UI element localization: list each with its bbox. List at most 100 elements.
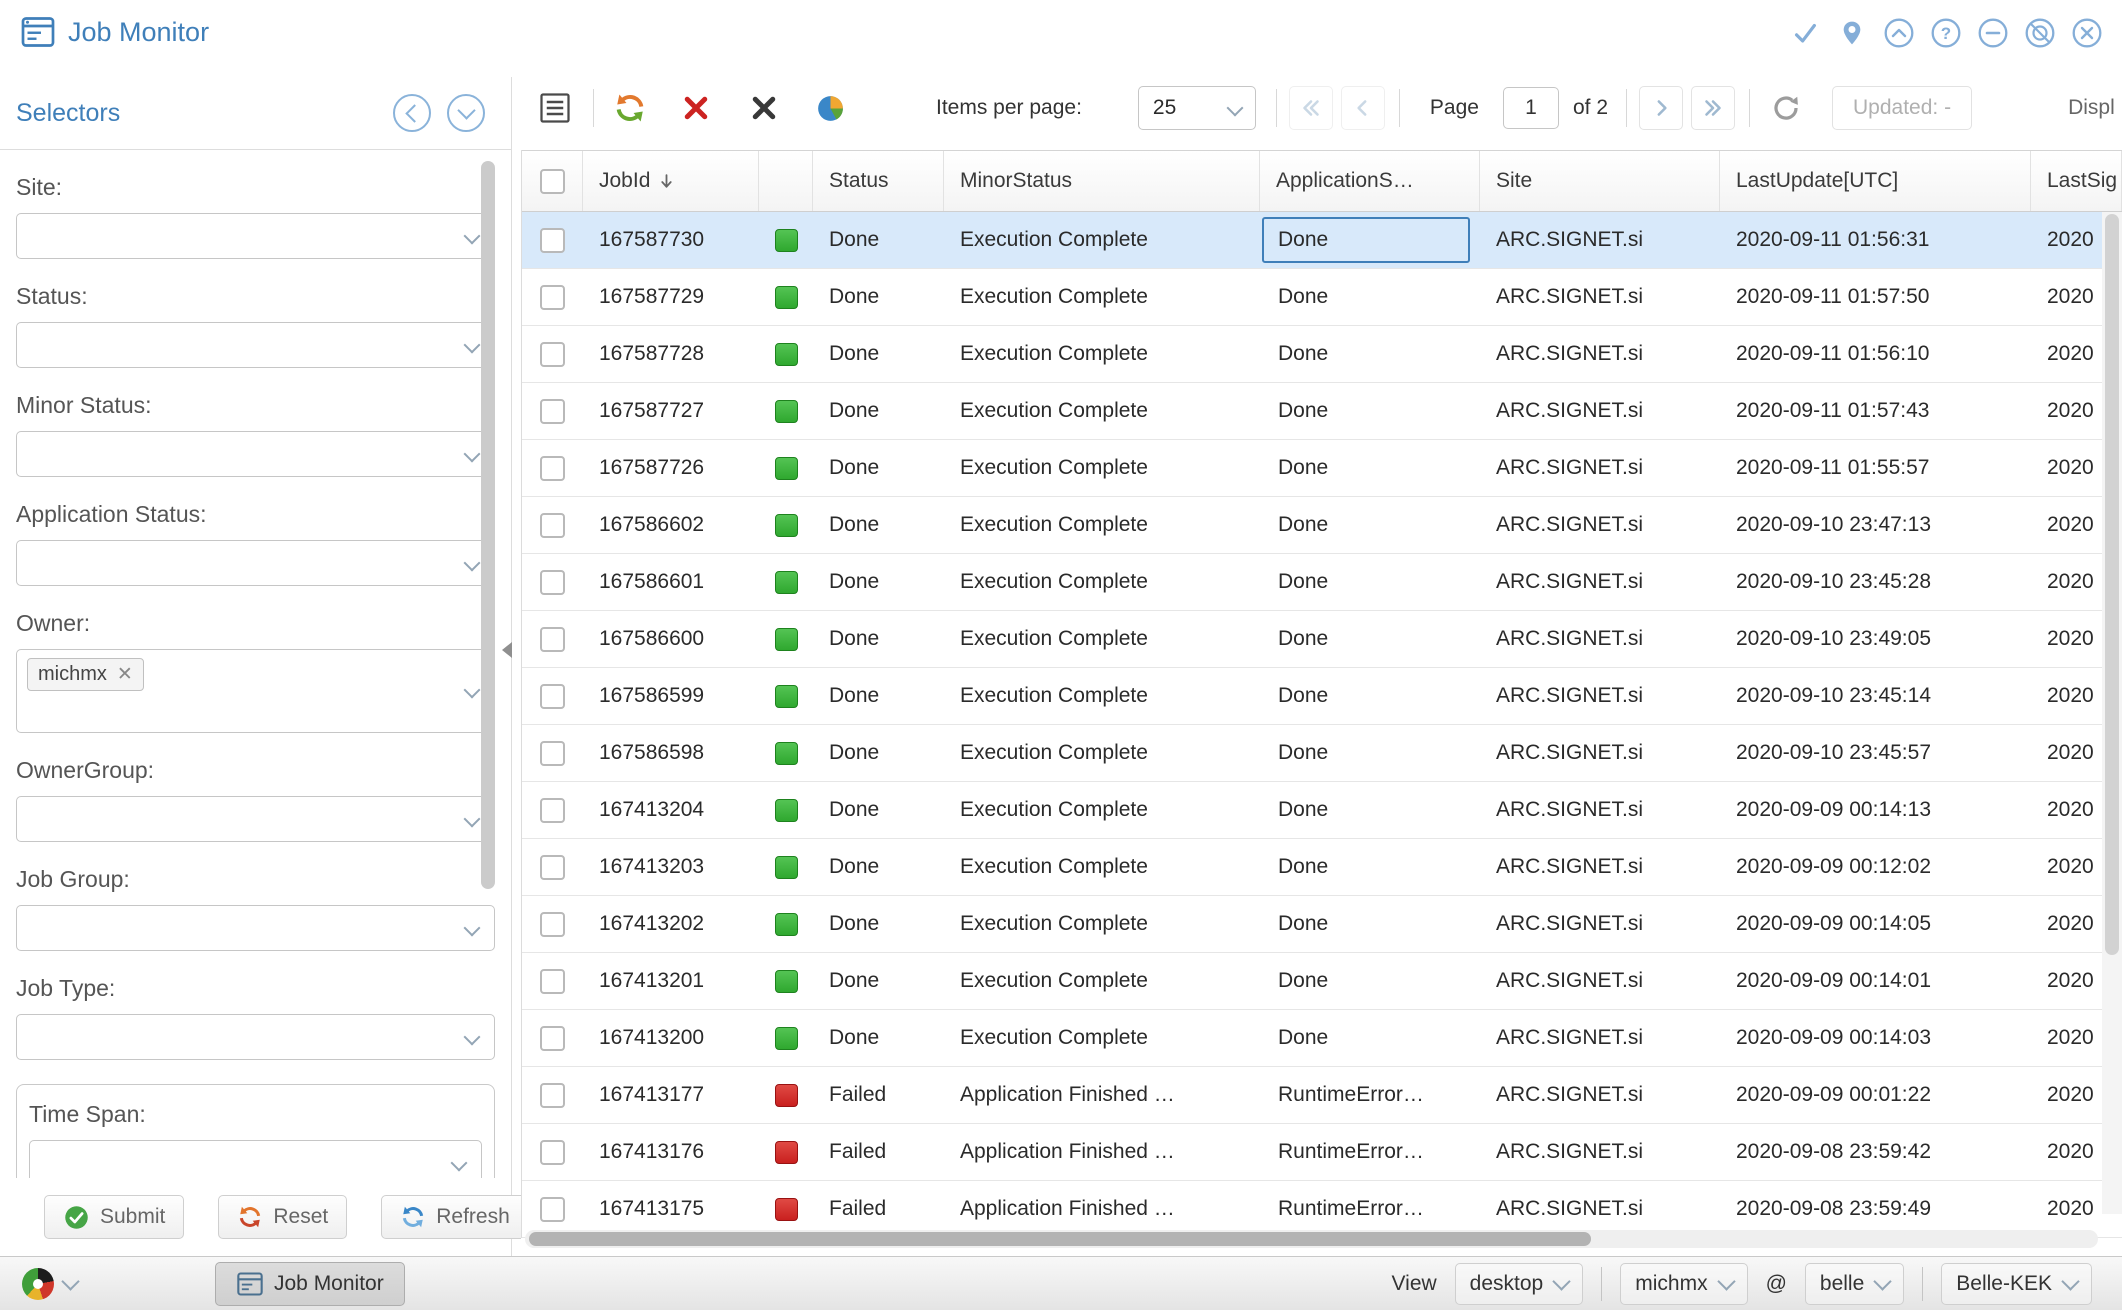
table-row[interactable]: 167586598 Done Execution Complete Done A… bbox=[522, 725, 2122, 782]
minimize-icon[interactable] bbox=[1976, 16, 2010, 50]
row-checkbox[interactable] bbox=[540, 513, 565, 538]
cell-status: Done bbox=[813, 953, 944, 1009]
row-checkbox[interactable] bbox=[540, 969, 565, 994]
collapse-up-icon[interactable] bbox=[1882, 16, 1916, 50]
refresh-grid-button[interactable] bbox=[608, 86, 652, 130]
row-checkbox[interactable] bbox=[540, 684, 565, 709]
column-header-lastupdate[interactable]: LastUpdate[UTC] bbox=[1720, 151, 2031, 211]
reset-button[interactable]: Reset bbox=[218, 1195, 347, 1239]
job-type-select[interactable] bbox=[16, 1014, 495, 1060]
panel-collapse-arrow-icon[interactable] bbox=[502, 642, 512, 658]
grid-horizontal-scrollbar[interactable] bbox=[525, 1230, 2098, 1248]
auto-refresh-icon bbox=[1771, 93, 1801, 123]
table-row[interactable]: 167586602 Done Execution Complete Done A… bbox=[522, 497, 2122, 554]
job-group-select[interactable] bbox=[16, 905, 495, 951]
row-checkbox[interactable] bbox=[540, 399, 565, 424]
updated-button[interactable]: Updated: - bbox=[1832, 86, 1972, 130]
column-header-status-icon[interactable] bbox=[759, 151, 813, 211]
table-row[interactable]: 167586600 Done Execution Complete Done A… bbox=[522, 611, 2122, 668]
column-header-site[interactable]: Site bbox=[1480, 151, 1720, 211]
items-per-page-select[interactable]: 25 bbox=[1138, 86, 1256, 130]
row-checkbox[interactable] bbox=[540, 1083, 565, 1108]
page-input[interactable] bbox=[1503, 87, 1559, 129]
column-header-minorstatus[interactable]: MinorStatus bbox=[944, 151, 1260, 211]
display-button[interactable]: Displ bbox=[2068, 96, 2115, 120]
site-select[interactable] bbox=[16, 213, 495, 259]
row-checkbox[interactable] bbox=[540, 798, 565, 823]
auto-refresh-button[interactable] bbox=[1764, 86, 1808, 130]
owner-select[interactable]: michmx ✕ bbox=[16, 649, 495, 733]
table-row[interactable]: 167413201 Done Execution Complete Done A… bbox=[522, 953, 2122, 1010]
first-page-button[interactable] bbox=[1289, 86, 1333, 130]
grid-vertical-scrollbar[interactable] bbox=[2102, 212, 2122, 1214]
job-monitor-task-button[interactable]: Job Monitor bbox=[215, 1262, 405, 1306]
table-row[interactable]: 167413202 Done Execution Complete Done A… bbox=[522, 896, 2122, 953]
remove-tag-icon[interactable]: ✕ bbox=[117, 665, 133, 684]
table-row[interactable]: 167587728 Done Execution Complete Done A… bbox=[522, 326, 2122, 383]
row-checkbox[interactable] bbox=[540, 285, 565, 310]
column-header-lastsignoflife[interactable]: LastSig bbox=[2031, 151, 2122, 211]
cell-status: Failed bbox=[813, 1067, 944, 1123]
help-icon[interactable]: ? bbox=[1929, 16, 1963, 50]
grid-menu-button[interactable] bbox=[533, 86, 577, 130]
time-span-select[interactable] bbox=[29, 1140, 482, 1178]
grid-vertical-scrollbar-thumb[interactable] bbox=[2105, 214, 2119, 955]
start-menu-button[interactable] bbox=[12, 1264, 87, 1304]
panel-menu-icon[interactable] bbox=[447, 94, 485, 132]
page-label: Page bbox=[1430, 96, 1479, 120]
cell-minorstatus: Execution Complete bbox=[944, 668, 1260, 724]
table-row[interactable]: 167587727 Done Execution Complete Done A… bbox=[522, 383, 2122, 440]
row-checkbox[interactable] bbox=[540, 570, 565, 595]
delete-jobs-button[interactable] bbox=[674, 86, 718, 130]
group-select[interactable]: belle bbox=[1805, 1263, 1904, 1305]
view-mode-select[interactable]: desktop bbox=[1455, 1263, 1584, 1305]
refresh-button[interactable]: Refresh bbox=[381, 1195, 529, 1239]
row-checkbox[interactable] bbox=[540, 627, 565, 652]
prev-page-button[interactable] bbox=[1341, 86, 1385, 130]
selectors-scrollbar[interactable] bbox=[481, 161, 495, 889]
minor-status-select[interactable] bbox=[16, 431, 495, 477]
user-select[interactable]: michmx bbox=[1620, 1263, 1747, 1305]
column-header-status[interactable]: Status bbox=[813, 151, 944, 211]
table-row[interactable]: 167413176 Failed Application Finished … … bbox=[522, 1124, 2122, 1181]
select-all-checkbox[interactable] bbox=[522, 151, 583, 211]
field-minor-status: Minor Status: bbox=[16, 392, 495, 477]
kill-jobs-button[interactable] bbox=[742, 86, 786, 130]
row-checkbox[interactable] bbox=[540, 1140, 565, 1165]
column-header-jobid[interactable]: JobId bbox=[583, 151, 759, 211]
table-row[interactable]: 167413204 Done Execution Complete Done A… bbox=[522, 782, 2122, 839]
row-checkbox[interactable] bbox=[540, 912, 565, 937]
status-select[interactable] bbox=[16, 322, 495, 368]
row-checkbox[interactable] bbox=[540, 1197, 565, 1222]
grid-horizontal-scrollbar-thumb[interactable] bbox=[529, 1232, 1591, 1246]
row-checkbox[interactable] bbox=[540, 855, 565, 880]
statistics-button[interactable] bbox=[808, 86, 852, 130]
row-checkbox[interactable] bbox=[540, 741, 565, 766]
row-checkbox[interactable] bbox=[540, 342, 565, 367]
collapse-panel-left-icon[interactable] bbox=[393, 94, 431, 132]
owner-group-select[interactable] bbox=[16, 796, 495, 842]
table-row[interactable]: 167413203 Done Execution Complete Done A… bbox=[522, 839, 2122, 896]
row-checkbox[interactable] bbox=[540, 456, 565, 481]
cell-minorstatus: Application Finished … bbox=[944, 1181, 1260, 1237]
slash-circle-icon[interactable] bbox=[2023, 16, 2057, 50]
column-header-applicationstatus[interactable]: ApplicationS… bbox=[1260, 151, 1480, 211]
close-circle-icon[interactable] bbox=[2070, 16, 2104, 50]
cell-minorstatus: Application Finished … bbox=[944, 1124, 1260, 1180]
table-row[interactable]: 167587726 Done Execution Complete Done A… bbox=[522, 440, 2122, 497]
next-page-button[interactable] bbox=[1639, 86, 1683, 130]
check-icon[interactable] bbox=[1788, 16, 1822, 50]
table-row[interactable]: 167587729 Done Execution Complete Done A… bbox=[522, 269, 2122, 326]
application-status-select[interactable] bbox=[16, 540, 495, 586]
pin-icon[interactable] bbox=[1835, 16, 1869, 50]
row-checkbox[interactable] bbox=[540, 228, 565, 253]
table-row[interactable]: 167413200 Done Execution Complete Done A… bbox=[522, 1010, 2122, 1067]
table-row[interactable]: 167586599 Done Execution Complete Done A… bbox=[522, 668, 2122, 725]
row-checkbox[interactable] bbox=[540, 1026, 565, 1051]
table-row[interactable]: 167587730 Done Execution Complete Done A… bbox=[522, 212, 2122, 269]
table-row[interactable]: 167586601 Done Execution Complete Done A… bbox=[522, 554, 2122, 611]
submit-button[interactable]: Submit bbox=[44, 1195, 184, 1239]
setup-select[interactable]: Belle-KEK bbox=[1941, 1263, 2092, 1305]
table-row[interactable]: 167413177 Failed Application Finished … … bbox=[522, 1067, 2122, 1124]
last-page-button[interactable] bbox=[1691, 86, 1735, 130]
